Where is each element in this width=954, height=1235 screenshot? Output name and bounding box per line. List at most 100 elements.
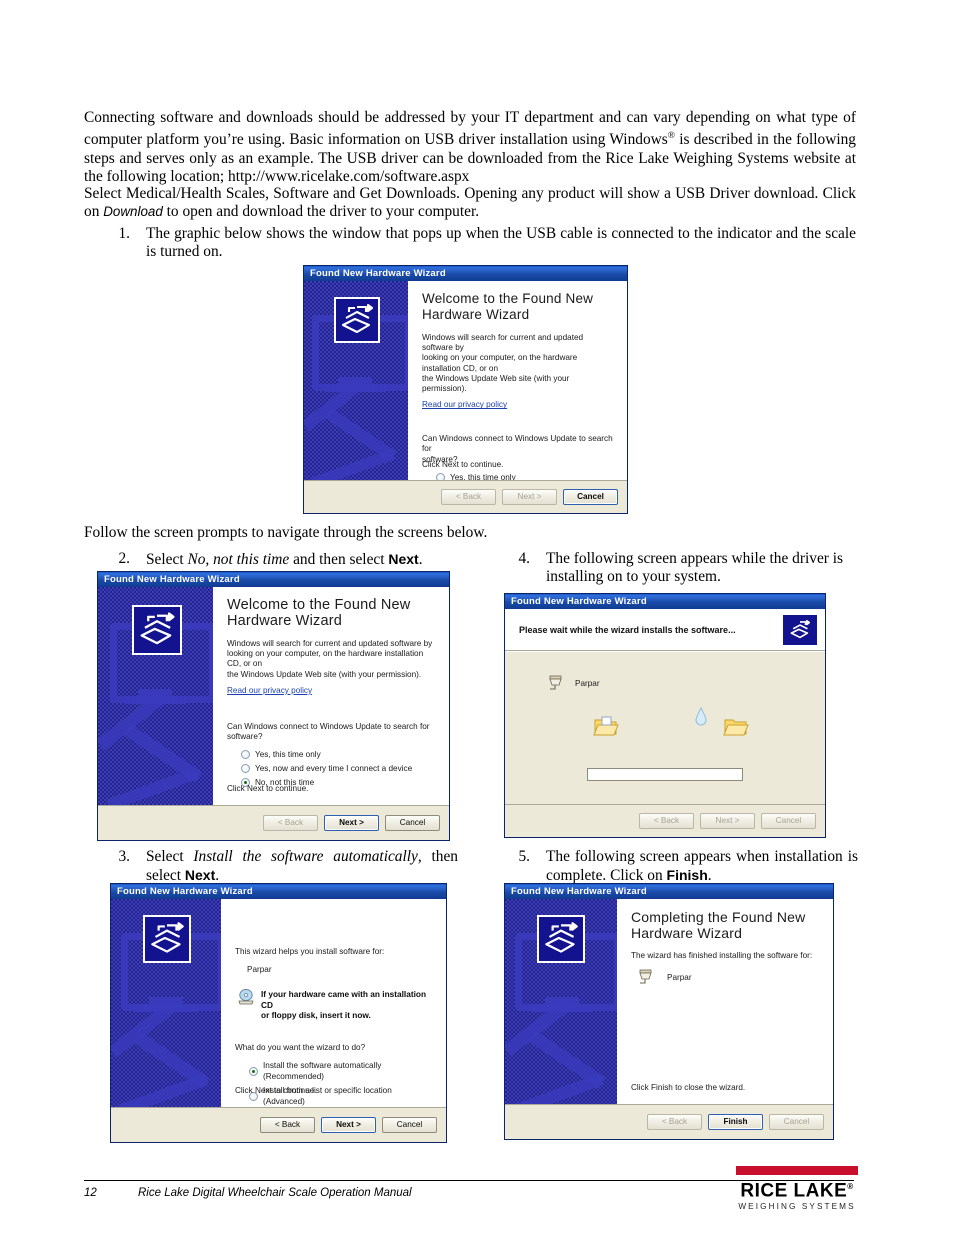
heading-line-1: Welcome to the Found New bbox=[227, 597, 411, 613]
usb-device-icon bbox=[639, 969, 652, 984]
step-3-italic: Install the software automatically bbox=[193, 848, 418, 865]
body-line-2: looking on your computer, on the hardwar… bbox=[227, 649, 424, 669]
intro-paragraph-1: Connecting software and downloads should… bbox=[84, 109, 856, 187]
installing-header-text: Please wait while the wizard installs th… bbox=[519, 624, 736, 635]
step-2-text: Select No, not this time and then select… bbox=[146, 550, 458, 569]
radio-icon[interactable] bbox=[241, 764, 250, 774]
dialog-welcome-selected-titlebar: Found New Hardware Wizard bbox=[98, 572, 449, 587]
watermark-monitor-base bbox=[135, 1005, 197, 1012]
dialog-welcome-selected[interactable]: Found New Hardware Wizard Welcome to the… bbox=[97, 571, 450, 841]
footer-manual-title: Rice Lake Digital Wheelchair Scale Opera… bbox=[138, 1187, 412, 1199]
completing-body-text: The wizard has finished installing the s… bbox=[631, 951, 813, 960]
back-button[interactable]: < Back bbox=[647, 1114, 702, 1130]
dialog-install-method[interactable]: Found New Hardware Wizard This wizard he… bbox=[110, 883, 447, 1143]
installing-device-name: Parpar bbox=[575, 678, 600, 688]
finish-button[interactable]: Finish bbox=[708, 1114, 763, 1130]
dialog-buttonbar: < Back Next > Cancel bbox=[98, 805, 449, 840]
registered-mark: ® bbox=[667, 131, 675, 142]
step-2-post: . bbox=[418, 551, 423, 568]
dialog-welcome-titlebar: Found New Hardware Wizard bbox=[304, 266, 627, 281]
dialog-completing-content: Completing the Found New Hardware Wizard… bbox=[617, 899, 833, 1139]
question-line-2: software? bbox=[227, 732, 263, 742]
body-line-1: Windows will search for current and upda… bbox=[227, 639, 433, 648]
step-3-bold: Next bbox=[184, 867, 216, 884]
heading-line-1: Welcome to the Found New bbox=[422, 291, 594, 306]
next-button[interactable]: Next > bbox=[324, 815, 379, 831]
cancel-button[interactable]: Cancel bbox=[382, 1117, 437, 1133]
install-method-radio-group[interactable]: Install the software automatically (Reco… bbox=[235, 1060, 434, 1107]
dialog-welcome[interactable]: Found New Hardware Wizard Welcome to the… bbox=[303, 265, 628, 514]
dialog-footer-note: Click Next to continue. bbox=[227, 783, 309, 793]
back-button[interactable]: < Back bbox=[441, 489, 496, 505]
radio-label: Yes, this time only bbox=[255, 750, 321, 760]
dialog-radio-group[interactable]: Yes, this time only Yes, now and every t… bbox=[227, 749, 437, 788]
hardware-wizard-icon bbox=[143, 915, 191, 963]
step-2-italic: No, not this time bbox=[187, 551, 290, 568]
next-button[interactable]: Next > bbox=[321, 1117, 376, 1133]
dialog-completing-titlebar: Found New Hardware Wizard bbox=[505, 884, 833, 899]
download-link-text: Download bbox=[103, 204, 163, 220]
radio-option-automatic[interactable]: Install the software automatically (Reco… bbox=[249, 1060, 434, 1082]
step-4-text: The following screen appears while the d… bbox=[546, 550, 844, 586]
dialog-welcome-body: Windows will search for current and upda… bbox=[422, 333, 615, 394]
back-button[interactable]: < Back bbox=[263, 815, 318, 831]
step-2-pre: Select bbox=[146, 551, 188, 568]
cd-drive-icon bbox=[238, 989, 254, 1005]
rice-lake-logo: RICE LAKE® WEIGHING SYSTEMS bbox=[736, 1166, 858, 1211]
step-3: 3. Select Install the software automatic… bbox=[108, 848, 458, 886]
step-2-number: 2. bbox=[118, 550, 130, 567]
back-button[interactable]: < Back bbox=[260, 1117, 315, 1133]
dialog-install-method-titlebar: Found New Hardware Wizard bbox=[111, 884, 446, 899]
file-transfer-drop-icon bbox=[695, 706, 707, 726]
cancel-button[interactable]: Cancel bbox=[563, 489, 618, 505]
manual-page: Connecting software and downloads should… bbox=[0, 0, 954, 1235]
cd-note-line-1: If your hardware came with an installati… bbox=[261, 989, 427, 1010]
step-5-bold: Finish bbox=[666, 867, 708, 884]
step-5-post: . bbox=[707, 867, 712, 885]
step-4-number: 4. bbox=[518, 550, 530, 567]
step-5: 5. The following screen appears when ins… bbox=[508, 848, 858, 886]
back-button[interactable]: < Back bbox=[639, 813, 694, 829]
install-method-question: What do you want the wizard to do? bbox=[235, 1042, 366, 1052]
hardware-wizard-icon bbox=[334, 297, 380, 343]
step-1-number: 1. bbox=[118, 225, 130, 242]
dialog-installing[interactable]: Found New Hardware Wizard Please wait wh… bbox=[504, 593, 826, 838]
completing-footer-note: Click Finish to close the wizard. bbox=[631, 1082, 746, 1092]
radio-option-yes-once[interactable]: Yes, this time only bbox=[241, 749, 437, 760]
logo-red-bar bbox=[736, 1166, 858, 1175]
step-2: 2. Select No, not this time and then sel… bbox=[108, 550, 458, 569]
dialog-welcome-footer-note: Click Next to continue. bbox=[422, 459, 504, 469]
install-method-footer-note: Click Next to continue. bbox=[235, 1085, 317, 1095]
dialog-installing-buttonbar: < Back Next > Cancel bbox=[505, 804, 825, 837]
heading-line-1: Completing the Found New bbox=[631, 909, 806, 925]
cancel-button[interactable]: Cancel bbox=[769, 1114, 824, 1130]
installation-progress-bar bbox=[587, 768, 743, 781]
usb-device-icon bbox=[549, 675, 562, 690]
dialog-question: Can Windows connect to Windows Update to… bbox=[227, 722, 437, 742]
radio-option-yes-always[interactable]: Yes, now and every time I connect a devi… bbox=[241, 763, 437, 774]
cancel-button[interactable]: Cancel bbox=[761, 813, 816, 829]
step-3-pre: Select bbox=[146, 848, 194, 865]
privacy-policy-link[interactable]: Read our privacy policy bbox=[227, 686, 312, 695]
step-2-mid: and then select bbox=[289, 551, 389, 568]
cancel-button[interactable]: Cancel bbox=[385, 815, 440, 831]
wizard-watermark-panel bbox=[111, 899, 221, 1107]
dialog-welcome-heading: Welcome to the Found New Hardware Wizard bbox=[422, 291, 615, 323]
dialog-installing-body: Parpar bbox=[505, 651, 825, 804]
heading-line-2: Hardware Wizard bbox=[631, 925, 743, 941]
body-line-1: Windows will search for current and upda… bbox=[422, 333, 584, 353]
next-button[interactable]: Next > bbox=[700, 813, 755, 829]
dialog-installing-titlebar: Found New Hardware Wizard bbox=[505, 594, 825, 609]
radio-label: Yes, now and every time I connect a devi… bbox=[255, 764, 413, 774]
privacy-policy-link[interactable]: Read our privacy policy bbox=[422, 400, 507, 409]
question-line-1: Can Windows connect to Windows Update to… bbox=[227, 721, 430, 731]
watermark-monitor-base bbox=[124, 697, 186, 704]
radio-icon[interactable] bbox=[241, 750, 250, 760]
radio-icon-selected[interactable] bbox=[249, 1066, 258, 1076]
dialog-completing[interactable]: Found New Hardware Wizard Completing the… bbox=[504, 883, 834, 1140]
install-method-intro: This wizard helps you install software f… bbox=[235, 947, 385, 956]
next-button[interactable]: Next > bbox=[502, 489, 557, 505]
body-line-3: the Windows Update Web site (with your p… bbox=[227, 669, 422, 679]
step-1: 1. The graphic below shows the window th… bbox=[108, 225, 856, 262]
dialog-welcome-buttonbar: < Back Next > Cancel bbox=[304, 480, 627, 513]
